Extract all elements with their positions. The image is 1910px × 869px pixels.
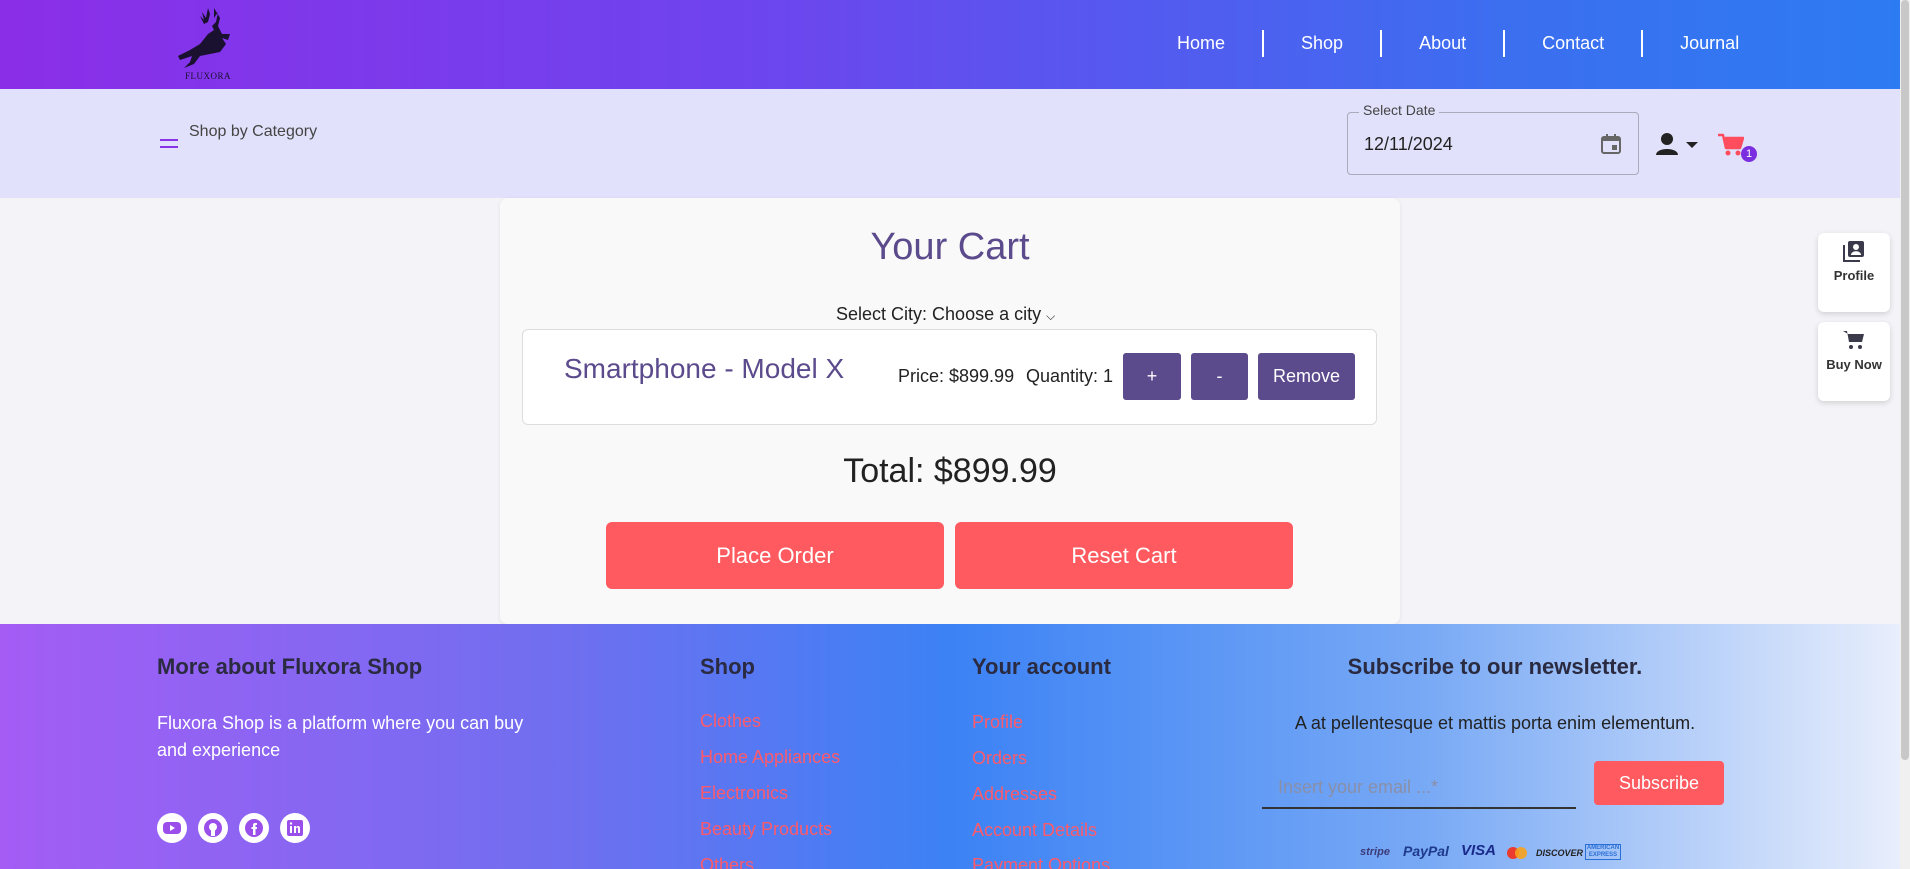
footer-link-electronics[interactable]: Electronics [700,783,788,804]
scrollbar-thumb[interactable] [1901,0,1909,760]
visa-logo: VISA [1461,842,1497,859]
facebook-icon[interactable] [239,813,269,843]
shopping-cart-icon[interactable] [1718,133,1745,162]
mastercard-logo: mastercard [1506,846,1528,860]
cart-count-badge: 1 [1741,146,1757,162]
profile-icon [1843,241,1864,262]
cart-icon [1843,331,1864,349]
chevron-down-icon[interactable] [1686,142,1698,148]
main-nav: Home Shop About Contact Journal [1140,30,1776,57]
chevron-down-icon[interactable]: ⌵ [1046,309,1055,323]
nav-journal[interactable]: Journal [1643,30,1776,57]
footer-about-text: Fluxora Shop is a platform where you can… [157,713,524,760]
date-picker-value[interactable]: 12/11/2024 [1364,134,1453,155]
cart-total: Total: $899.99 [843,452,1057,490]
calendar-icon[interactable] [1600,133,1622,160]
footer-about-heading: More about Fluxora Shop [157,654,423,679]
nav-shop[interactable]: Shop [1264,30,1383,57]
footer-link-orders[interactable]: Orders [972,748,1027,769]
decrease-quantity-button[interactable]: - [1191,353,1248,400]
nav-contact[interactable]: Contact [1505,30,1644,57]
side-profile-label: Profile [1833,268,1875,283]
footer-link-addresses[interactable]: Addresses [972,784,1057,805]
hamburger-menu-icon[interactable] [160,139,178,148]
place-order-button[interactable]: Place Order [606,522,944,589]
footer-link-payment-options[interactable]: Payment Options [972,855,1110,869]
side-profile-button[interactable]: Profile [1818,233,1890,312]
subscribe-button[interactable]: Subscribe [1594,761,1724,805]
newsletter-heading: Subscribe to our newsletter. [1347,654,1643,679]
github-icon[interactable] [198,813,228,843]
paypal-logo: PayPal [1403,843,1449,859]
discover-logo: DISCOVER [1536,848,1584,858]
nav-about[interactable]: About [1382,30,1506,57]
reset-cart-button[interactable]: Reset Cart [955,522,1293,589]
footer-account-heading: Your account [972,654,1111,679]
footer-link-beauty-products[interactable]: Beauty Products [700,819,832,840]
amex-logo: AMERICAN EXPRESS [1585,844,1621,860]
city-select[interactable]: Select City: Choose a city ⌵ [836,304,1055,325]
cart-item-quantity: Quantity: 1 [1026,366,1114,386]
footer-link-others[interactable]: Others [700,855,754,869]
increase-quantity-button[interactable]: + [1123,353,1181,400]
date-picker-label: Select Date [1359,102,1440,118]
footer-link-clothes[interactable]: Clothes [700,711,761,732]
user-account-icon[interactable] [1655,132,1679,161]
remove-item-button[interactable]: Remove [1258,353,1355,400]
shop-by-category-link[interactable]: Shop by Category [189,123,317,141]
logo-text: FLUXORA [184,71,231,81]
newsletter-text: A at pellentesque et mattis porta enim e… [1294,713,1696,733]
stripe-logo: stripe [1360,846,1390,858]
footer-link-home-appliances[interactable]: Home Appliances [700,747,840,768]
nav-home[interactable]: Home [1140,30,1265,57]
city-select-label: Select City: [836,304,928,324]
city-select-value[interactable]: Choose a city [932,304,1041,324]
cart-item-name: Smartphone - Model X [564,353,845,384]
newsletter-email-input[interactable] [1262,767,1576,809]
cart-item-price: Price: $899.99 [898,366,1015,386]
footer-shop-heading: Shop [700,654,755,679]
youtube-icon[interactable] [157,813,187,843]
linkedin-icon[interactable] [280,813,310,843]
side-buy-now-button[interactable]: Buy Now [1818,322,1890,401]
cart-title: Your Cart [870,226,1030,268]
side-buy-now-label: Buy Now [1826,357,1882,372]
footer-link-profile[interactable]: Profile [972,712,1023,733]
footer-link-account-details[interactable]: Account Details [972,820,1097,841]
